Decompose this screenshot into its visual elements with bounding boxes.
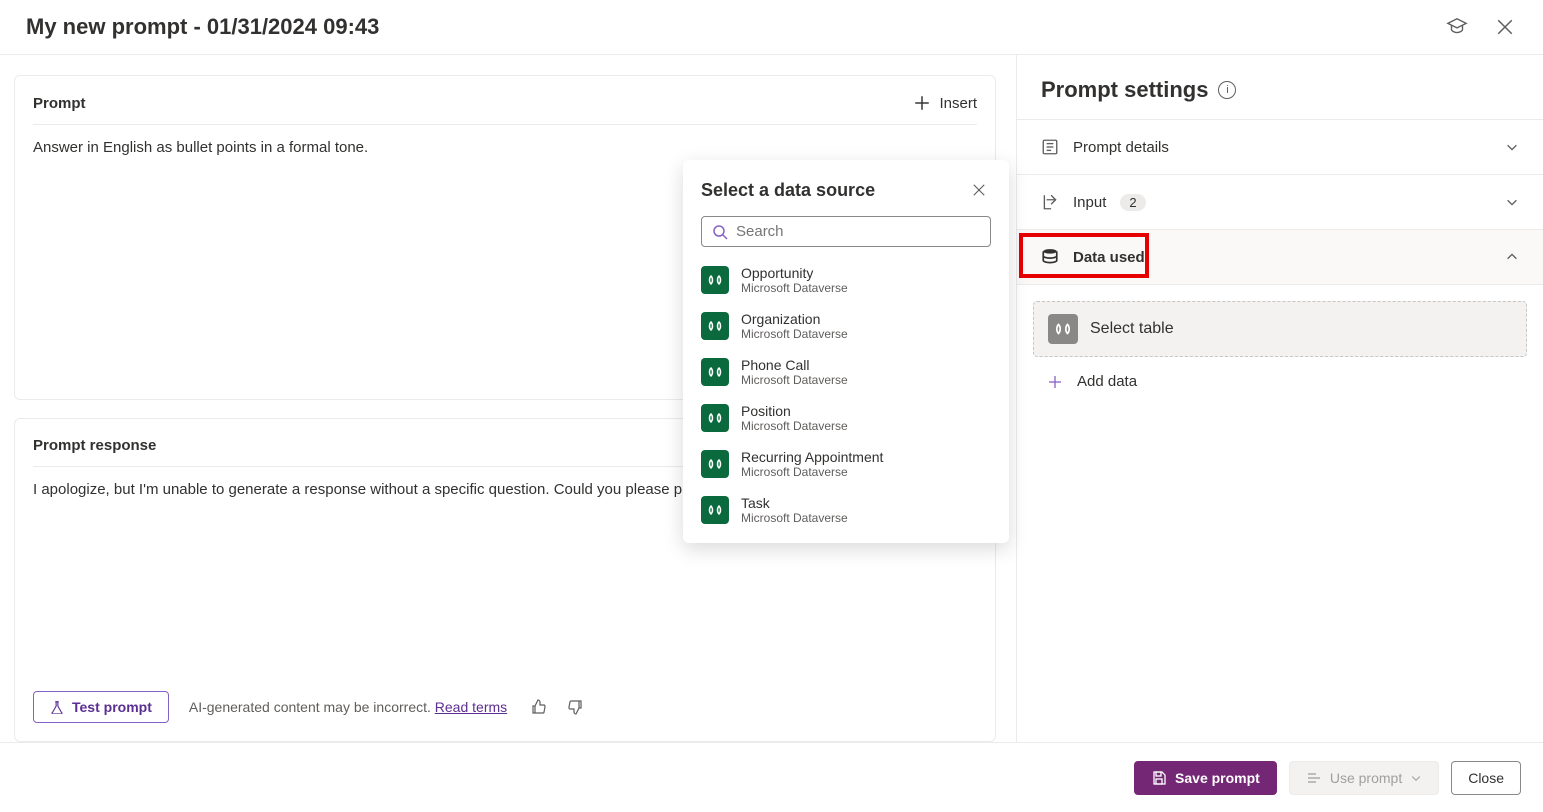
input-count-badge: 2	[1120, 194, 1145, 211]
accordion-input[interactable]: Input 2	[1017, 174, 1543, 229]
feedback-icons	[527, 695, 587, 719]
select-table-label: Select table	[1090, 320, 1174, 338]
learn-icon[interactable]	[1445, 15, 1469, 39]
prompt-card-title: Prompt	[33, 95, 86, 112]
data-source-list: Opportunity Microsoft Dataverse Organiza…	[683, 257, 1009, 533]
read-terms-link[interactable]: Read terms	[435, 699, 507, 715]
dataverse-icon	[1048, 314, 1078, 344]
info-icon[interactable]: i	[1218, 81, 1236, 99]
ai-disclaimer: AI-generated content may be incorrect. R…	[189, 699, 507, 715]
plus-icon	[913, 94, 931, 112]
data-source-sub: Microsoft Dataverse	[741, 419, 848, 433]
page-title: My new prompt - 01/31/2024 09:43	[26, 14, 379, 40]
data-source-popup: Select a data source Opportunity Microso…	[683, 160, 1009, 543]
dataverse-icon	[701, 266, 729, 294]
data-source-sub: Microsoft Dataverse	[741, 465, 883, 479]
response-card-title: Prompt response	[33, 437, 156, 454]
select-table-button[interactable]: Select table	[1033, 301, 1527, 357]
details-icon	[1041, 138, 1059, 156]
thumbs-down-icon[interactable]	[563, 695, 587, 719]
data-source-item[interactable]: Phone Call Microsoft Dataverse	[683, 349, 1009, 395]
add-data-button[interactable]: Add data	[1033, 357, 1527, 390]
settings-header: Prompt settings i	[1017, 55, 1543, 119]
save-prompt-button[interactable]: Save prompt	[1134, 761, 1277, 795]
popup-header: Select a data source	[683, 178, 1009, 216]
data-used-body: Select table Add data	[1017, 284, 1543, 410]
data-source-name: Organization	[741, 311, 848, 327]
settings-panel: Prompt settings i Prompt details Input 2	[1016, 55, 1543, 742]
data-source-sub: Microsoft Dataverse	[741, 327, 848, 341]
use-prompt-button[interactable]: Use prompt	[1289, 761, 1439, 795]
accordion-prompt-details[interactable]: Prompt details	[1017, 119, 1543, 174]
thumbs-up-icon[interactable]	[527, 695, 551, 719]
data-source-item[interactable]: Task Microsoft Dataverse	[683, 487, 1009, 533]
dataverse-icon	[701, 404, 729, 432]
ai-note-text: AI-generated content may be incorrect.	[189, 699, 431, 715]
chevron-up-icon	[1505, 250, 1519, 264]
search-box[interactable]	[701, 216, 991, 247]
test-prompt-label: Test prompt	[72, 699, 152, 715]
data-source-item[interactable]: Position Microsoft Dataverse	[683, 395, 1009, 441]
save-icon	[1151, 770, 1167, 786]
database-icon	[1041, 248, 1059, 266]
data-source-text: Task Microsoft Dataverse	[741, 495, 848, 525]
popup-title: Select a data source	[701, 180, 875, 201]
data-source-name: Position	[741, 403, 848, 419]
search-icon	[712, 224, 728, 240]
insert-label: Insert	[939, 95, 977, 112]
chevron-down-icon	[1505, 195, 1519, 209]
data-source-name: Task	[741, 495, 848, 511]
use-icon	[1306, 770, 1322, 786]
chevron-down-icon	[1505, 140, 1519, 154]
details-label: Prompt details	[1073, 139, 1169, 156]
footer-bar: Save prompt Use prompt Close	[0, 742, 1543, 812]
data-source-name: Opportunity	[741, 265, 848, 281]
accordion-data-used: Data used Select table Add data	[1017, 229, 1543, 410]
data-source-item[interactable]: Opportunity Microsoft Dataverse	[683, 257, 1009, 303]
input-icon	[1041, 193, 1059, 211]
data-used-header[interactable]: Data used	[1017, 230, 1543, 284]
data-source-sub: Microsoft Dataverse	[741, 281, 848, 295]
response-footer: Test prompt AI-generated content may be …	[33, 681, 977, 723]
data-source-text: Recurring Appointment Microsoft Datavers…	[741, 449, 883, 479]
test-prompt-button[interactable]: Test prompt	[33, 691, 169, 723]
popup-close-icon[interactable]	[967, 178, 991, 202]
close-button[interactable]: Close	[1451, 761, 1521, 795]
data-source-item[interactable]: Recurring Appointment Microsoft Datavers…	[683, 441, 1009, 487]
chevron-down-icon	[1410, 772, 1422, 784]
plus-icon	[1047, 374, 1063, 390]
prompt-card-header: Prompt Insert	[33, 94, 977, 125]
data-source-name: Phone Call	[741, 357, 848, 373]
use-prompt-label: Use prompt	[1330, 770, 1402, 786]
settings-title: Prompt settings	[1041, 77, 1208, 103]
data-source-text: Phone Call Microsoft Dataverse	[741, 357, 848, 387]
data-source-name: Recurring Appointment	[741, 449, 883, 465]
data-source-text: Organization Microsoft Dataverse	[741, 311, 848, 341]
beaker-icon	[50, 700, 64, 714]
data-source-item[interactable]: Organization Microsoft Dataverse	[683, 303, 1009, 349]
data-source-text: Position Microsoft Dataverse	[741, 403, 848, 433]
dataverse-icon	[701, 496, 729, 524]
save-prompt-label: Save prompt	[1175, 770, 1260, 786]
add-data-label: Add data	[1077, 373, 1137, 390]
data-source-text: Opportunity Microsoft Dataverse	[741, 265, 848, 295]
dataverse-icon	[701, 450, 729, 478]
insert-button[interactable]: Insert	[913, 94, 977, 112]
data-source-sub: Microsoft Dataverse	[741, 373, 848, 387]
app-header: My new prompt - 01/31/2024 09:43	[0, 0, 1543, 55]
close-icon[interactable]	[1493, 15, 1517, 39]
data-used-label: Data used	[1073, 249, 1145, 266]
data-source-sub: Microsoft Dataverse	[741, 511, 848, 525]
header-actions	[1445, 15, 1517, 39]
input-label: Input	[1073, 194, 1106, 211]
close-label: Close	[1468, 770, 1504, 786]
search-input[interactable]	[736, 223, 980, 240]
dataverse-icon	[701, 312, 729, 340]
dataverse-icon	[701, 358, 729, 386]
